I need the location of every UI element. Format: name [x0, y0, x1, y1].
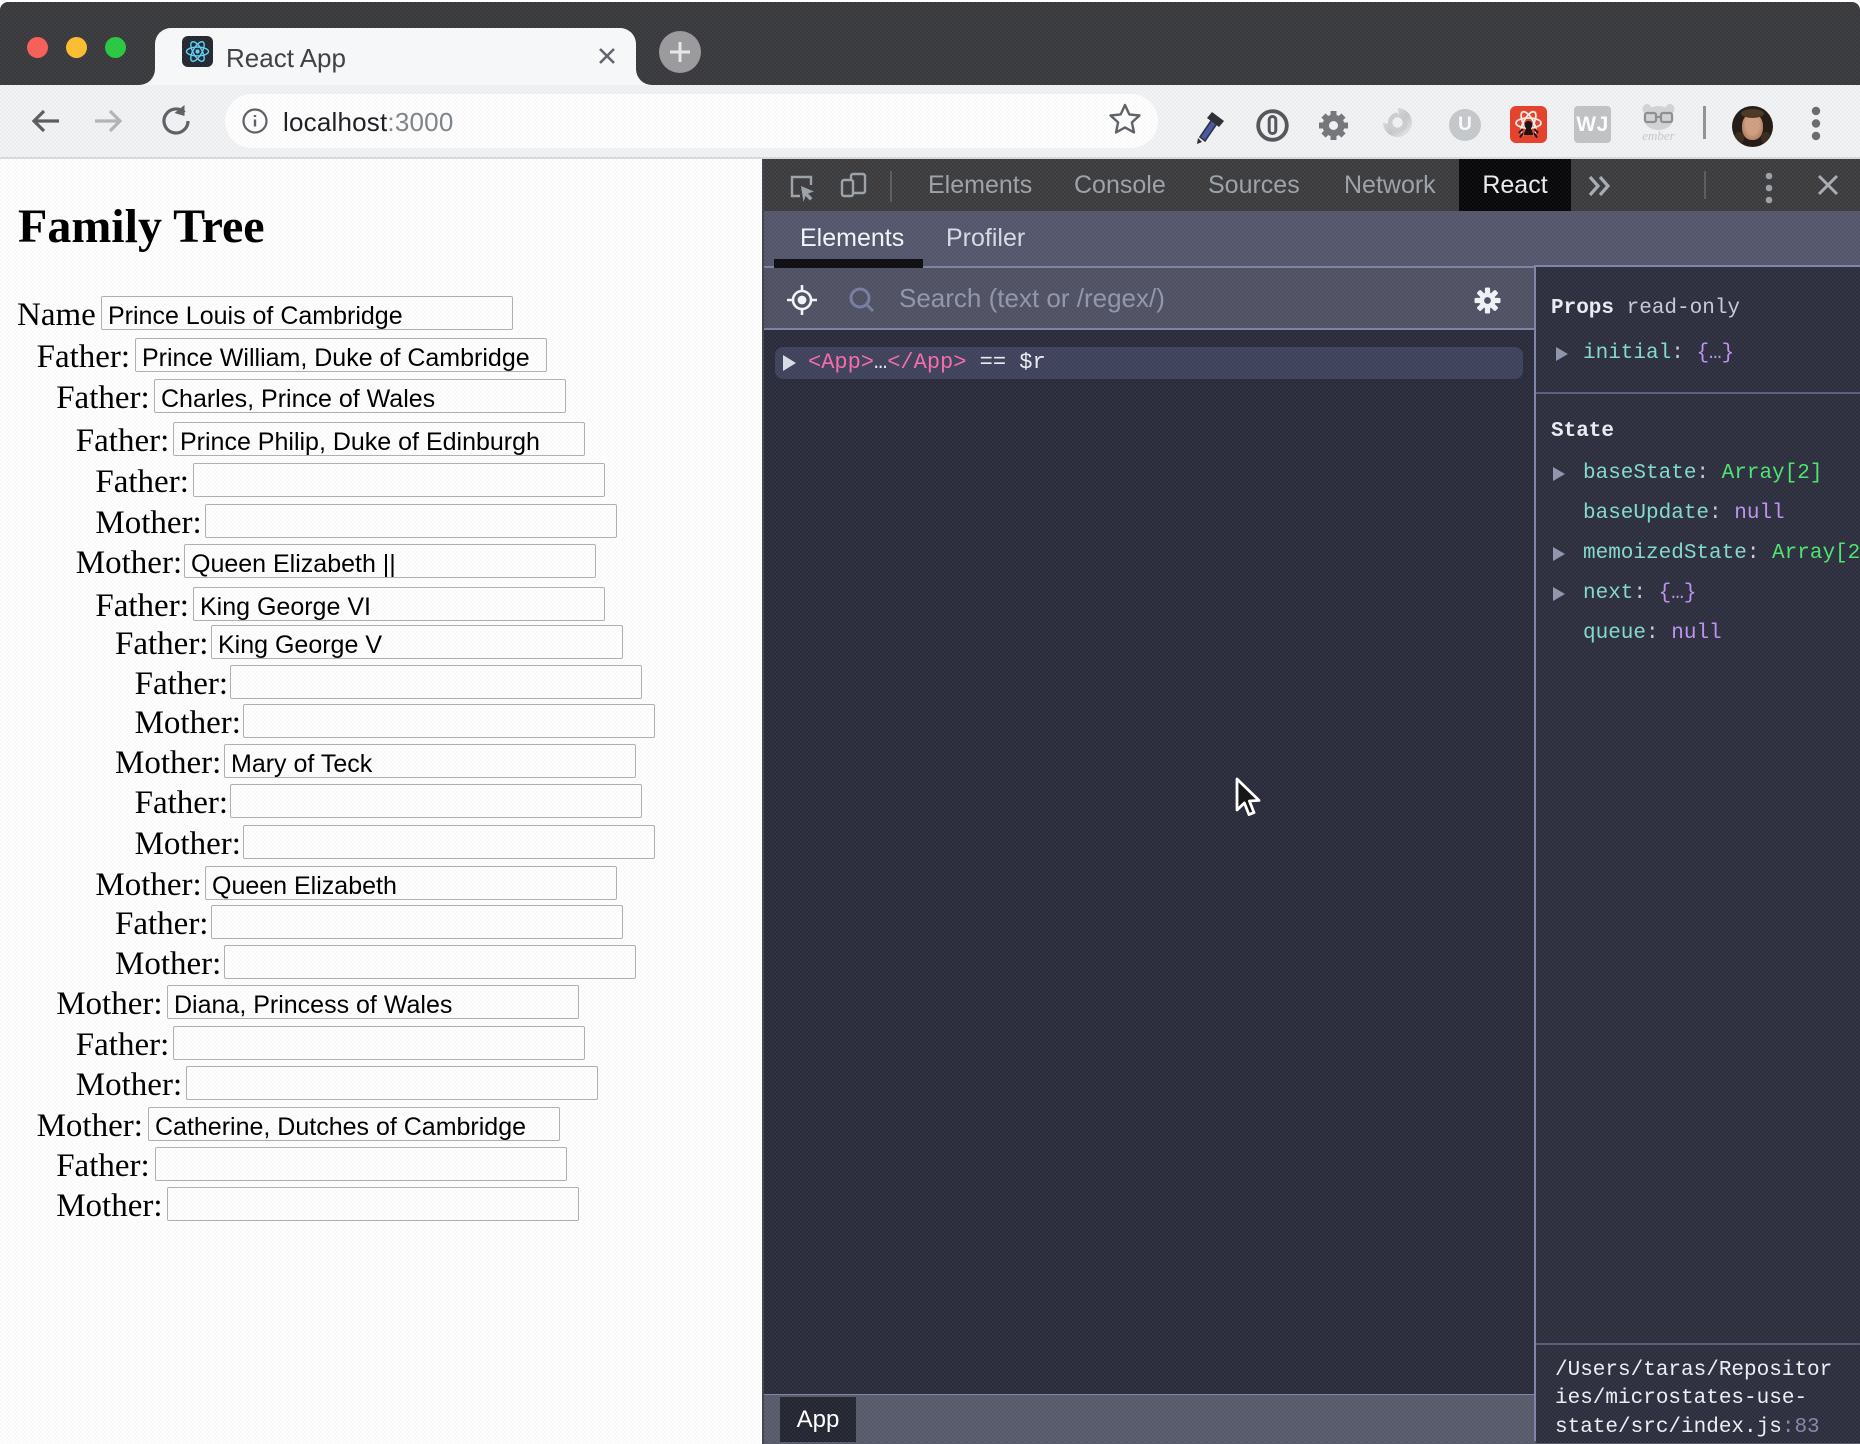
- svg-text:ember: ember: [1642, 128, 1675, 143]
